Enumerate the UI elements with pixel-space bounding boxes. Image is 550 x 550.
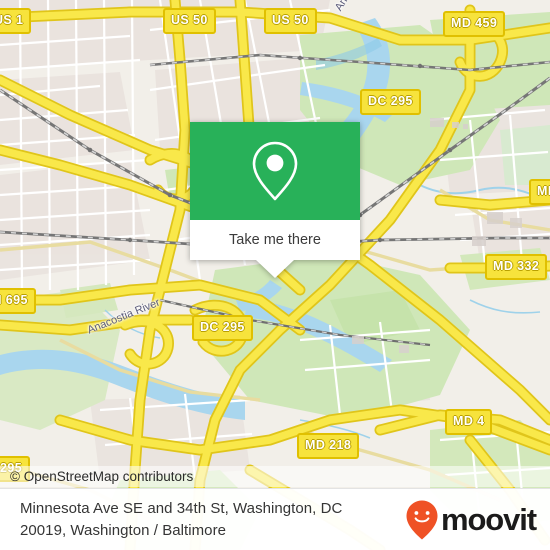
road-shield-dc-295-south: DC 295 — [192, 315, 253, 341]
moovit-smiley-pin-icon — [406, 500, 438, 539]
moovit-brand[interactable]: moovit — [405, 499, 550, 541]
road-shield-md-332: MD 332 — [485, 254, 548, 280]
road-shield-i-695: I 695 — [0, 288, 36, 314]
road-shield-md-459: MD 459 — [443, 11, 506, 37]
take-me-there-callout[interactable]: Take me there — [190, 122, 360, 278]
callout-action-bar[interactable]: Take me there — [190, 220, 360, 260]
bottom-info-bar: Minnesota Ave SE and 34th St, Washington… — [0, 488, 550, 550]
map-pin-icon — [252, 141, 298, 201]
moovit-wordmark: moovit — [440, 501, 537, 537]
map-screenshot-root: US 1 US 50 US 50 MD 459 DC 295 MD MD 332… — [0, 0, 550, 550]
road-shield-md-218: MD 218 — [297, 433, 360, 459]
osm-attribution[interactable]: © OpenStreetMap contributors — [0, 466, 550, 487]
callout-header — [190, 122, 360, 220]
road-shield-dc-295-north: DC 295 — [360, 89, 421, 115]
take-me-there-label: Take me there — [229, 232, 321, 248]
road-shield-us-1: US 1 — [0, 8, 32, 34]
location-title: Minnesota Ave SE and 34th St, Washington… — [0, 498, 405, 541]
location-title-line-1: Minnesota Ave SE and 34th St, Washington… — [20, 500, 343, 518]
road-shield-us-50-east: US 50 — [264, 8, 317, 34]
callout-pointer-tail — [256, 260, 294, 278]
road-shield-us-50-west: US 50 — [163, 8, 216, 34]
road-shield-md-4: MD 4 — [445, 409, 493, 435]
road-shield-md-clipped: MD — [529, 179, 550, 205]
location-title-line-2: 20019, Washington / Baltimore — [20, 521, 227, 539]
